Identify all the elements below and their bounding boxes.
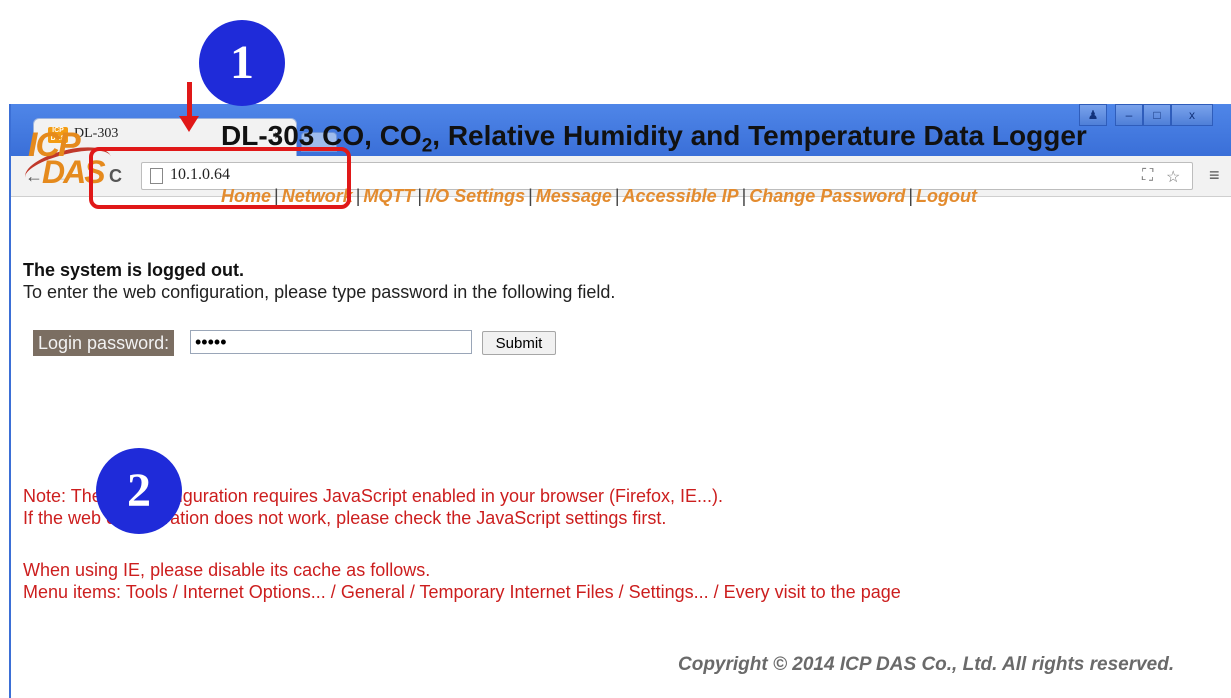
menu-message[interactable]: Message	[536, 186, 612, 206]
step-badge-2: 2	[96, 448, 182, 534]
translate-icon[interactable]: ⛶	[1142, 167, 1153, 185]
menu-icon[interactable]: ≡	[1209, 165, 1220, 186]
close-window-button[interactable]: x	[1171, 104, 1213, 126]
menu-separator: |	[741, 186, 747, 206]
password-input[interactable]	[190, 330, 472, 354]
bookmark-star-icon[interactable]: ☆	[1166, 167, 1180, 187]
menu-separator: |	[614, 186, 620, 206]
menu-separator: |	[528, 186, 533, 206]
menu-mqtt[interactable]: MQTT	[363, 186, 414, 206]
page-title: DL-303 CO, CO2, Relative Humidity and Te…	[221, 120, 1087, 158]
address-bar-highlight	[89, 147, 351, 209]
note-line-4: Menu items: Tools / Internet Options... …	[23, 582, 901, 602]
menu-separator: |	[908, 186, 914, 206]
copyright: Copyright © 2014 ICP DAS Co., Ltd. All r…	[678, 654, 1175, 675]
annotation-arrow-shaft	[187, 82, 192, 118]
minimize-button[interactable]: –	[1115, 104, 1143, 126]
page-title-rest: , Relative Humidity and Temperature Data…	[432, 120, 1087, 151]
submit-button[interactable]: Submit	[482, 331, 556, 355]
password-label: Login password:	[33, 330, 175, 356]
page-title-subscript: 2	[421, 135, 433, 157]
menu-separator: |	[417, 186, 423, 206]
status-heading: The system is logged out.	[23, 260, 245, 280]
maximize-button[interactable]: □	[1143, 104, 1171, 126]
menu-separator: |	[355, 186, 361, 206]
menu-logout[interactable]: Logout	[916, 186, 977, 206]
annotation-arrow-head	[179, 116, 199, 132]
note-line-3: When using IE, please disable its cache …	[23, 560, 431, 580]
step-badge-1: 1	[199, 20, 285, 106]
status-description: To enter the web configuration, please t…	[23, 282, 616, 302]
menu-change-password[interactable]: Change Password	[749, 186, 905, 206]
menu-io-settings[interactable]: I/O Settings	[425, 186, 525, 206]
menu-accessible-ip[interactable]: Accessible IP	[623, 186, 739, 206]
